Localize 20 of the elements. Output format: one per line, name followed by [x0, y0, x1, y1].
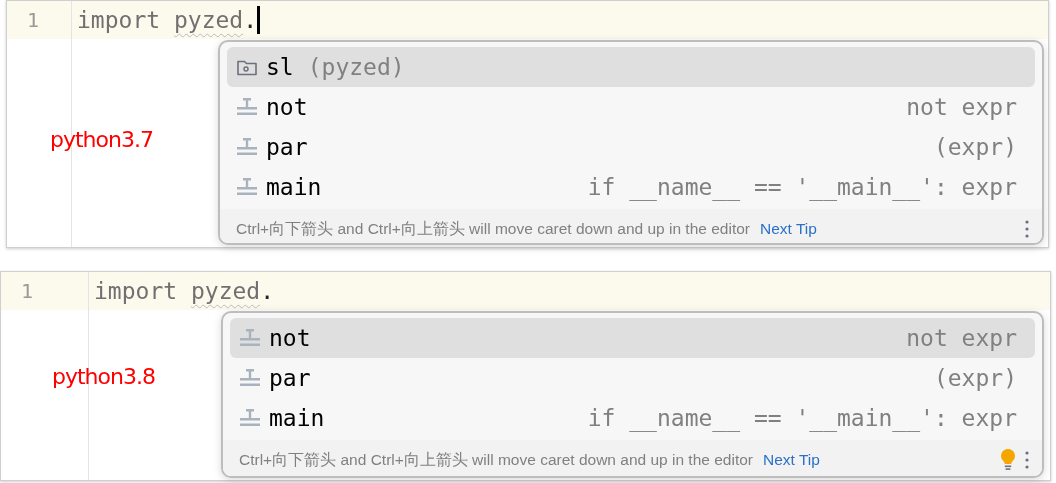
code-line: import pyzed.: [76, 6, 258, 35]
completion-item[interactable]: main if __name__ == '__main__': expr: [230, 398, 1035, 438]
tip-text: Ctrl+向下箭头 and Ctrl+向上箭头 will move caret down and up in the editor: [236, 218, 750, 239]
completion-item[interactable]: main if __name__ == '__main__': expr: [227, 167, 1035, 207]
completion-item[interactable]: par (expr): [230, 358, 1035, 398]
line-number: 1: [21, 279, 34, 303]
code-line: import pyzed.: [93, 277, 275, 306]
completion-item[interactable]: par (expr): [227, 127, 1035, 167]
next-tip-link[interactable]: Next Tip: [763, 451, 820, 469]
annotation-label: python3.8: [52, 364, 155, 389]
annotation-label: python3.7: [50, 127, 153, 152]
completion-item[interactable]: sl (pyzed): [227, 47, 1035, 87]
more-options-icon[interactable]: [1024, 450, 1030, 470]
line-number: 1: [27, 8, 40, 32]
lightbulb-icon[interactable]: [1000, 448, 1016, 472]
completion-item[interactable]: not not expr: [230, 318, 1035, 358]
more-options-icon[interactable]: [1024, 219, 1030, 239]
completion-item[interactable]: not not expr: [227, 87, 1035, 127]
next-tip-link[interactable]: Next Tip: [760, 220, 817, 238]
tip-text: Ctrl+向下箭头 and Ctrl+向上箭头 will move caret down and up in the editor: [239, 449, 753, 470]
